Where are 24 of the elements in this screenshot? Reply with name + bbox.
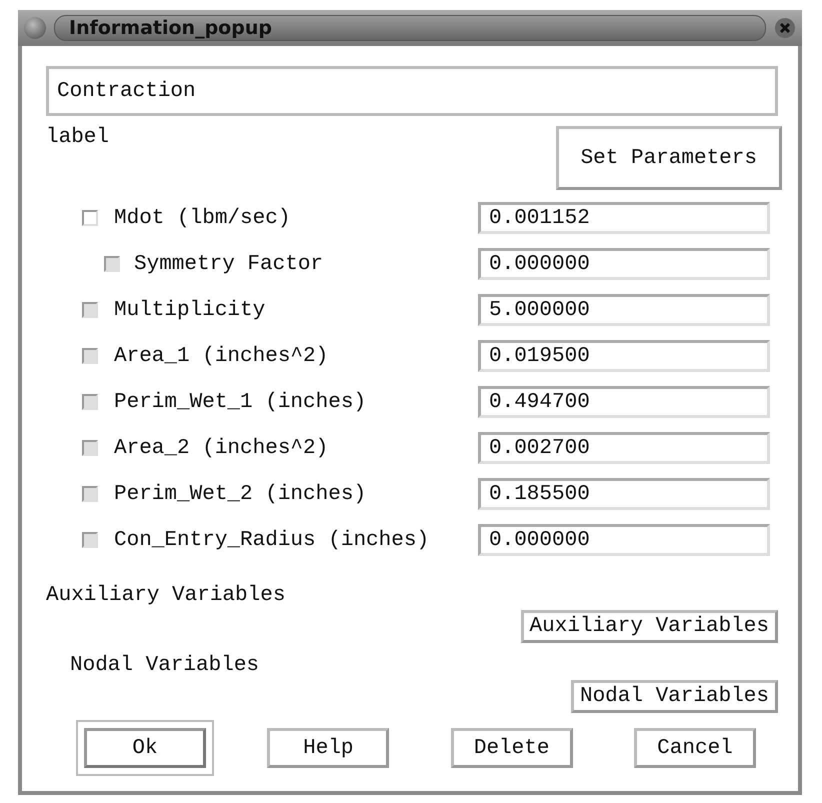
window-title: Information_popup [54,15,766,41]
parameter-label: Perim_Wet_2 (inches) [114,482,366,506]
variables-button[interactable]: Auxiliary Variables [520,610,778,643]
name-field[interactable]: Contraction [46,66,778,116]
input-field[interactable]: 0.001152 [478,202,770,234]
parameter-label: Area_2 (inches^2) [114,436,328,460]
dialog-button[interactable]: Ok [84,728,206,768]
dialog-button[interactable]: Cancel [634,728,756,768]
close-icon[interactable] [774,17,796,39]
label-text: label [46,126,110,149]
section-label: Auxiliary Variables [46,584,286,607]
parameter-label: Multiplicity [114,298,266,322]
parameter-label: Mdot (lbm/sec) [114,206,290,230]
set-parameters-button[interactable]: Set Parameters [556,126,782,190]
checkbox[interactable] [82,210,98,226]
window-menu-icon[interactable] [24,17,46,39]
dialog-button[interactable]: Help [267,728,390,768]
section-label: Nodal Variables [69,654,260,677]
parameter-label: Area_1 (inches^2) [114,344,328,368]
parameter-label: Perim_Wet_1 (inches) [114,390,366,414]
dialog-button[interactable]: Delete [450,728,573,768]
variables-button[interactable]: Nodal Variables [570,680,778,713]
parameter-label: Con_Entry_Radius (inches) [114,528,430,552]
parameter-label: Symmetry Factor [134,252,324,276]
